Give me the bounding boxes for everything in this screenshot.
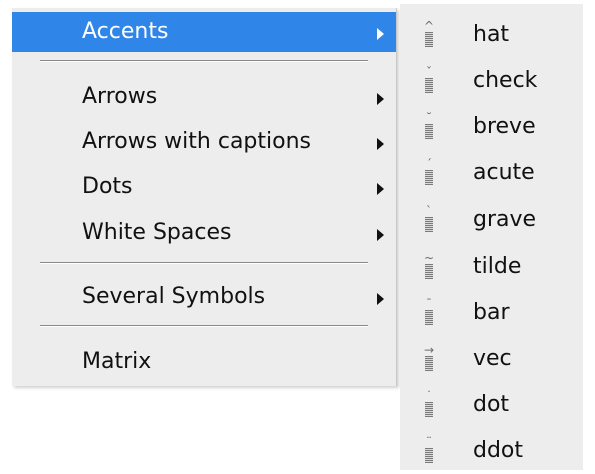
vec-mark: → xyxy=(423,343,435,357)
submenu-arrow-icon xyxy=(377,28,384,40)
ddot-accent-icon: ¨ xyxy=(422,435,436,465)
check-mark: ˇ xyxy=(426,65,432,79)
placeholder-box xyxy=(425,78,433,93)
accents-submenu: ^ hat ˇ check ˘ breve ´ acute ` grave ~ … xyxy=(400,4,583,470)
placeholder-box xyxy=(425,32,433,47)
accent-item-dot[interactable]: ˙ dot xyxy=(400,382,583,428)
accent-label: acute xyxy=(473,160,535,185)
accent-item-hat[interactable]: ^ hat xyxy=(400,12,583,58)
hat-mark: ^ xyxy=(423,19,435,33)
menu-item-label: Dots xyxy=(82,174,133,199)
accent-label: breve xyxy=(473,114,536,139)
main-menu: Accents Arrows Arrows with captions Dots… xyxy=(12,8,397,386)
vec-accent-icon: → xyxy=(422,343,436,373)
accent-label: check xyxy=(473,68,538,93)
menu-separator xyxy=(40,60,368,62)
placeholder-box xyxy=(425,217,433,232)
dot-mark: ˙ xyxy=(426,389,432,403)
menu-item-dots[interactable]: Dots xyxy=(12,167,396,207)
accent-item-acute[interactable]: ´ acute xyxy=(400,150,583,196)
accent-item-vec[interactable]: → vec xyxy=(400,336,583,382)
menu-item-label: White Spaces xyxy=(82,220,232,245)
placeholder-box xyxy=(425,264,433,279)
menu-item-label: Accents xyxy=(82,19,169,44)
menu-item-label: Matrix xyxy=(82,349,152,374)
placeholder-box xyxy=(425,170,433,185)
accent-item-grave[interactable]: ` grave xyxy=(400,197,583,243)
tilde-mark: ~ xyxy=(423,251,435,265)
menu-separator xyxy=(40,325,368,327)
placeholder-box xyxy=(425,124,433,139)
placeholder-box xyxy=(425,356,433,371)
grave-accent-icon: ` xyxy=(422,204,436,234)
tilde-accent-icon: ~ xyxy=(422,251,436,281)
placeholder-box xyxy=(425,448,433,463)
menu-item-label: Arrows with captions xyxy=(82,129,311,154)
check-accent-icon: ˇ xyxy=(422,65,436,95)
accent-label: vec xyxy=(473,346,512,371)
submenu-arrow-icon xyxy=(377,183,384,195)
submenu-arrow-icon xyxy=(377,93,384,105)
menu-separator xyxy=(40,262,368,264)
bar-mark: ¯ xyxy=(426,297,432,311)
accent-item-bar[interactable]: ¯ bar xyxy=(400,290,583,336)
acute-accent-icon: ´ xyxy=(422,157,436,187)
menu-item-several-symbols[interactable]: Several Symbols xyxy=(12,277,396,317)
menu-item-label: Several Symbols xyxy=(82,284,266,309)
breve-accent-icon: ˘ xyxy=(422,111,436,141)
submenu-arrow-icon xyxy=(377,293,384,305)
grave-mark: ` xyxy=(426,204,432,218)
accent-label: ddot xyxy=(473,438,524,463)
acute-mark: ´ xyxy=(426,157,432,171)
accent-item-check[interactable]: ˇ check xyxy=(400,58,583,104)
accent-item-ddot[interactable]: ¨ ddot xyxy=(400,428,583,474)
dot-accent-icon: ˙ xyxy=(422,389,436,419)
menu-item-arrows-with-captions[interactable]: Arrows with captions xyxy=(12,122,396,162)
placeholder-box xyxy=(425,402,433,417)
hat-accent-icon: ^ xyxy=(422,19,436,49)
menu-item-label: Arrows xyxy=(82,84,158,109)
submenu-arrow-icon xyxy=(377,229,384,241)
accent-label: tilde xyxy=(473,254,522,279)
menu-item-arrows[interactable]: Arrows xyxy=(12,77,396,117)
accent-item-tilde[interactable]: ~ tilde xyxy=(400,244,583,290)
breve-mark: ˘ xyxy=(426,111,432,125)
menu-item-accents[interactable]: Accents xyxy=(12,12,396,52)
menu-item-matrix[interactable]: Matrix xyxy=(12,342,396,382)
accent-item-breve[interactable]: ˘ breve xyxy=(400,104,583,150)
submenu-arrow-icon xyxy=(377,138,384,150)
accent-label: dot xyxy=(473,392,510,417)
accent-label: grave xyxy=(473,207,537,232)
accent-label: hat xyxy=(473,22,510,47)
ddot-mark: ¨ xyxy=(426,435,432,449)
placeholder-box xyxy=(425,310,433,325)
accent-label: bar xyxy=(473,300,510,325)
menu-item-white-spaces[interactable]: White Spaces xyxy=(12,213,396,253)
bar-accent-icon: ¯ xyxy=(422,297,436,327)
